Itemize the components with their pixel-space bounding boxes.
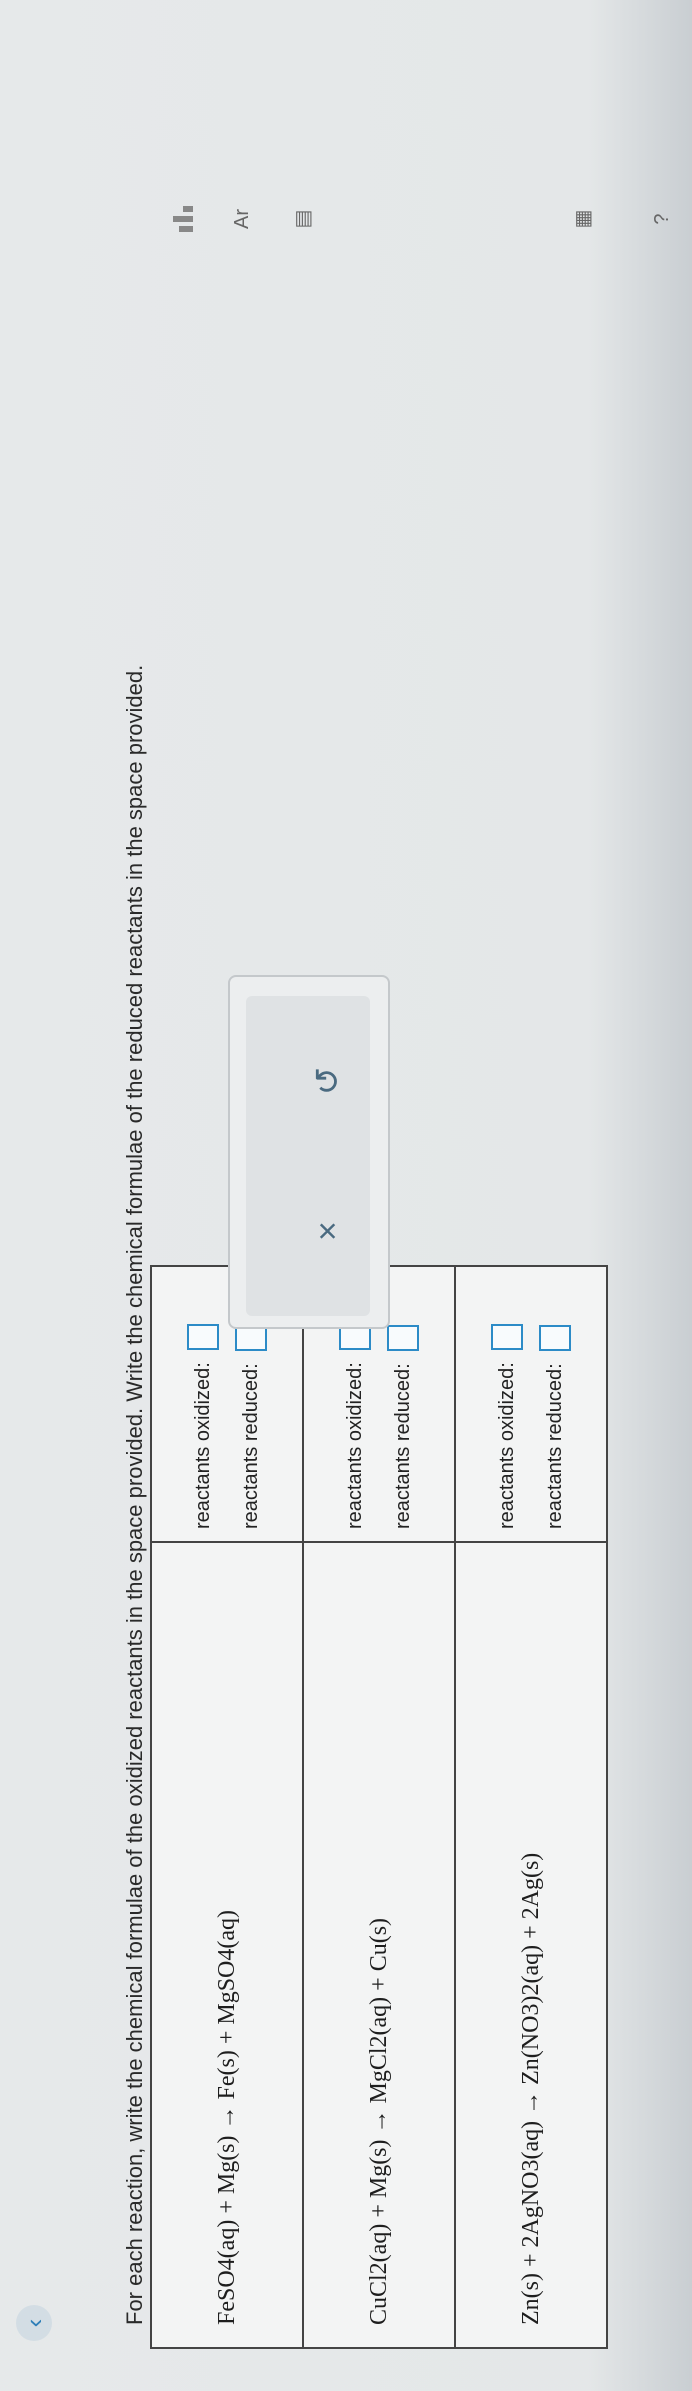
oxidized-label: reactants oxidized: (496, 1362, 518, 1529)
oxidized-answer-field[interactable] (491, 1324, 523, 1351)
reduced-answer-field[interactable] (387, 1325, 419, 1352)
back-chevron-icon[interactable]: ‹ (16, 2305, 52, 2341)
notes-icon[interactable]: ▤ (280, 197, 324, 241)
reduced-label: reactants reduced: (240, 1363, 262, 1529)
data-icon[interactable] (160, 197, 204, 241)
reduced-answer-field[interactable] (539, 1325, 571, 1352)
undo-button[interactable]: ↺ (300, 1036, 356, 1126)
toolbar-actions: × ↺ (246, 996, 370, 1316)
instructions: For each reaction, write the chemical fo… (122, 664, 147, 2325)
table-row: Zn(s) + 2AgNO3(aq) → Zn(NO3)2(aq) + 2Ag(… (455, 1266, 607, 2348)
table-row: CuCl2(aq) + Mg(s) → MgCl2(aq) + Cu(s) re… (303, 1266, 455, 2348)
reduced-label: reactants reduced: (544, 1363, 566, 1529)
clear-button[interactable]: × (300, 1186, 356, 1276)
reduced-label: reactants reduced: (392, 1363, 414, 1529)
reaction-equation: Zn(s) + 2AgNO3(aq) → Zn(NO3)2(aq) + 2Ag(… (455, 1542, 607, 2348)
reactions-table: FeSO4(aq) + Mg(s) → Fe(s) + MgSO4(aq) re… (150, 1265, 608, 2349)
reaction-equation: CuCl2(aq) + Mg(s) → MgCl2(aq) + Cu(s) (303, 1542, 455, 2348)
answer-cell: reactants oxidized: reactants reduced: (455, 1266, 607, 1542)
reaction-equation: FeSO4(aq) + Mg(s) → Fe(s) + MgSO4(aq) (151, 1542, 303, 2348)
oxidized-label: reactants oxidized: (192, 1362, 214, 1529)
calculator-icon[interactable]: ▦ (560, 197, 604, 241)
reduced-answer-field[interactable] (235, 1325, 267, 1352)
oxidized-label: reactants oxidized: (344, 1362, 366, 1529)
table-row: FeSO4(aq) + Mg(s) → Fe(s) + MgSO4(aq) re… (151, 1266, 303, 2348)
help-icon[interactable]: ? (640, 197, 684, 241)
oxidized-answer-field[interactable] (187, 1324, 219, 1351)
periodic-table-icon[interactable]: Ar (220, 197, 264, 241)
